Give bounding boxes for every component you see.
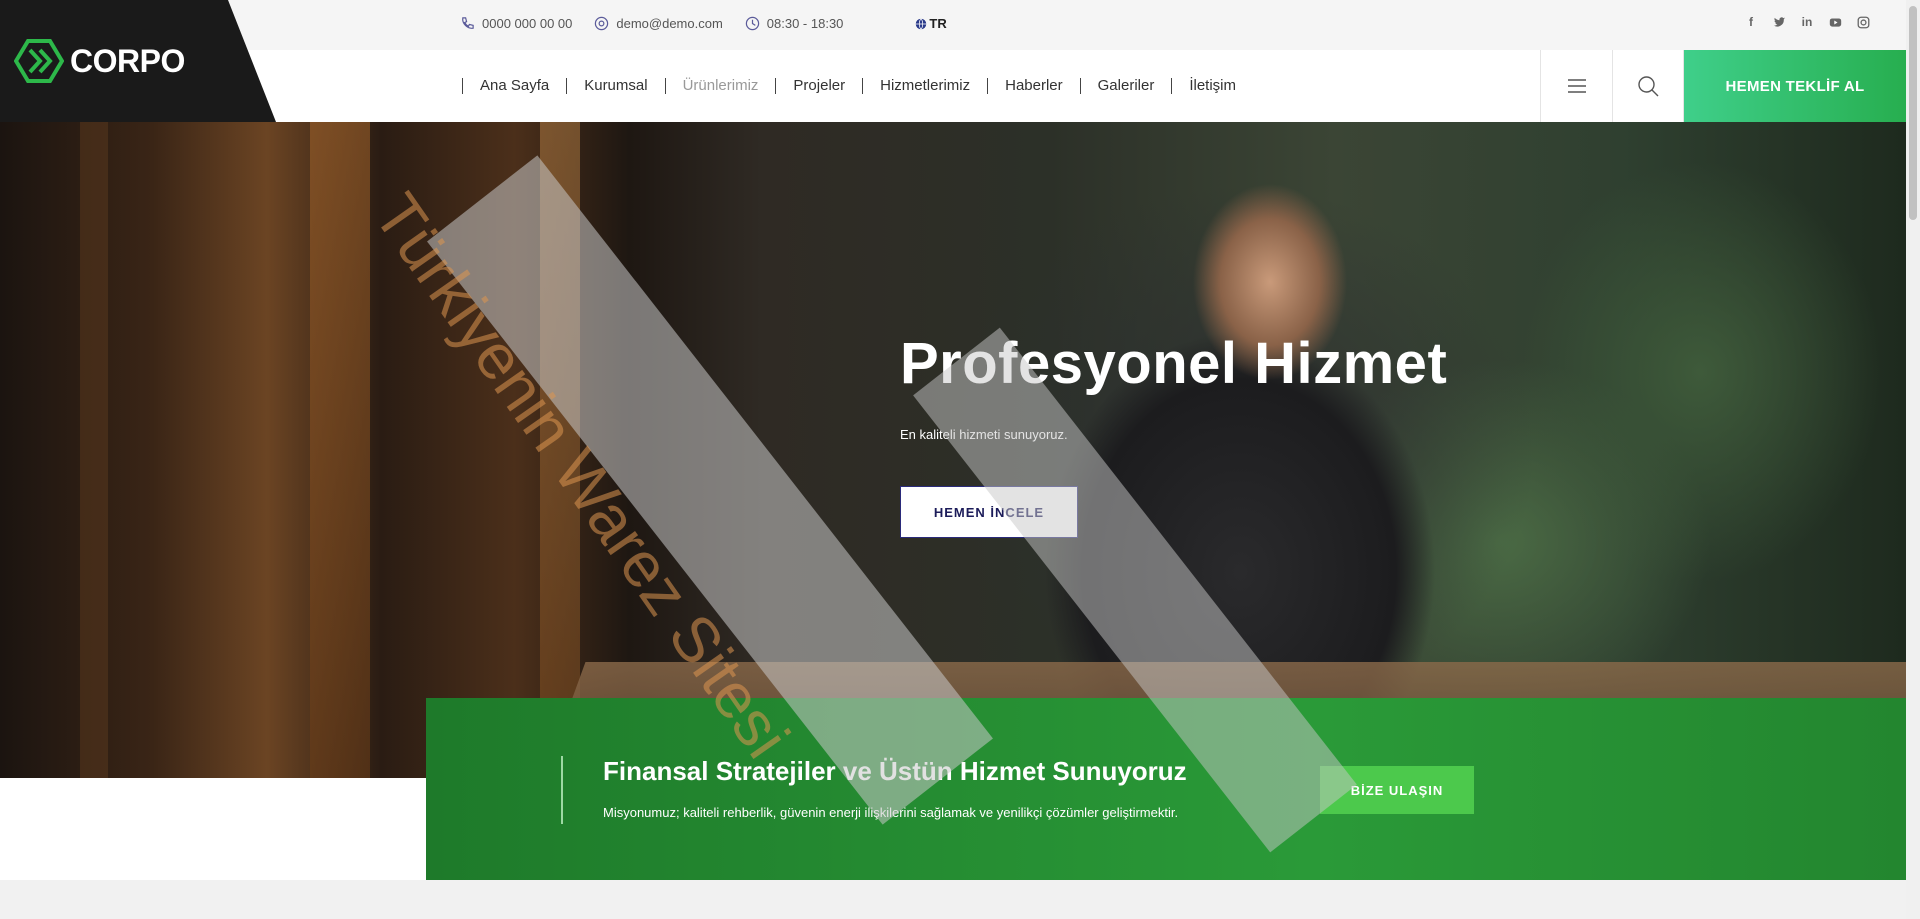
youtube-icon[interactable] xyxy=(1828,15,1842,29)
contact-info: 0000 000 00 00 demo@demo.com 08:30 - 18:… xyxy=(460,16,969,31)
search-button[interactable] xyxy=(1612,50,1684,122)
nav-item-projeler[interactable]: Projeler xyxy=(775,78,862,94)
page-scrollbar[interactable] xyxy=(1906,0,1920,919)
nav-item-urunlerimiz[interactable]: Ürünlerimiz xyxy=(664,78,776,94)
nav-item-galeriler[interactable]: Galeriler xyxy=(1079,78,1172,94)
phone-item[interactable]: 0000 000 00 00 xyxy=(460,16,572,31)
phone-icon xyxy=(462,17,474,29)
page: 0000 000 00 00 demo@demo.com 08:30 - 18:… xyxy=(0,0,1920,919)
main-nav: Ana Sayfa Kurumsal Ürünlerimiz Projeler … xyxy=(462,50,1253,122)
nav-item-kurumsal[interactable]: Kurumsal xyxy=(566,78,664,94)
nav-item-haberler[interactable]: Haberler xyxy=(987,78,1080,94)
clock-icon xyxy=(745,16,759,31)
hero-background-detail xyxy=(310,122,370,778)
facebook-icon[interactable]: f xyxy=(1744,15,1758,29)
main-navbar: Ana Sayfa Kurumsal Ürünlerimiz Projeler … xyxy=(0,50,1906,122)
logo-text: CORPO xyxy=(70,42,185,79)
callout-title: Finansal Stratejiler ve Üstün Hizmet Sun… xyxy=(603,756,1187,786)
twitter-icon[interactable] xyxy=(1772,15,1786,29)
nav-item-iletisim[interactable]: İletişim xyxy=(1171,78,1253,94)
hero-banner xyxy=(0,122,1906,778)
hamburger-icon xyxy=(1567,79,1586,93)
instagram-icon[interactable] xyxy=(1856,15,1870,29)
language-label: TR xyxy=(929,16,947,31)
top-bar: 0000 000 00 00 demo@demo.com 08:30 - 18:… xyxy=(0,0,1906,50)
email-text: demo@demo.com xyxy=(616,16,723,31)
scrollbar-thumb[interactable] xyxy=(1909,6,1917,220)
nav-item-ana-sayfa[interactable]: Ana Sayfa xyxy=(462,78,566,94)
logo-icon xyxy=(14,39,64,83)
search-icon xyxy=(1638,76,1659,97)
hero-explore-button[interactable]: HEMEN İNCELE xyxy=(900,486,1078,538)
linkedin-icon[interactable]: in xyxy=(1800,15,1814,29)
get-quote-button[interactable]: HEMEN TEKLİF AL xyxy=(1684,50,1906,122)
phone-text: 0000 000 00 00 xyxy=(482,16,573,31)
email-icon xyxy=(595,16,609,31)
email-item[interactable]: demo@demo.com xyxy=(594,16,723,31)
globe-icon xyxy=(916,17,927,30)
strategy-callout: Finansal Stratejiler ve Üstün Hizmet Sun… xyxy=(426,698,1906,880)
hero-subtitle: En kaliteli hizmeti sunuyoruz. xyxy=(900,427,1068,442)
hours-text: 08:30 - 18:30 xyxy=(766,16,844,31)
next-section xyxy=(0,880,1906,919)
callout-divider xyxy=(561,756,563,824)
logo[interactable]: CORPO xyxy=(0,0,276,122)
hours-item: 08:30 - 18:30 xyxy=(745,16,844,31)
social-links: f in xyxy=(1744,15,1870,29)
hero-title: Profesyonel Hizmet xyxy=(900,331,1448,396)
menu-button[interactable] xyxy=(1540,50,1612,122)
callout-text: Misyonumuz; kaliteli rehberlik, güvenin … xyxy=(603,805,1179,820)
language-selector[interactable]: TR xyxy=(915,16,947,31)
contact-us-button[interactable]: BİZE ULAŞIN xyxy=(1320,766,1474,814)
nav-item-hizmetlerimiz[interactable]: Hizmetlerimiz xyxy=(862,78,987,94)
hero-background-detail xyxy=(80,122,108,778)
hero-background-detail xyxy=(540,122,580,778)
